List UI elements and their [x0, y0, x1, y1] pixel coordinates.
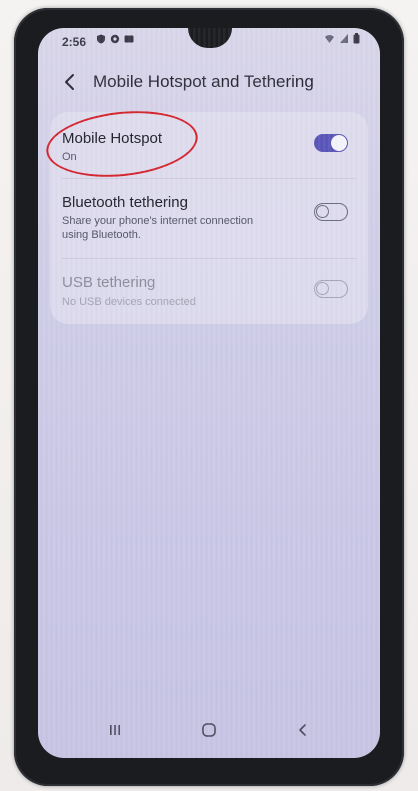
image-icon — [124, 35, 134, 43]
toggle-knob — [316, 205, 329, 218]
home-icon — [202, 723, 216, 737]
wifi-icon — [325, 35, 334, 43]
chevron-left-icon — [65, 74, 74, 90]
toggle-knob — [331, 135, 347, 151]
status-icons-left — [96, 34, 134, 44]
recents-button[interactable] — [100, 718, 130, 742]
shield-icon — [97, 34, 105, 44]
status-time: 2:56 — [62, 35, 87, 49]
status-bar: 2:56 — [38, 28, 380, 54]
usb-tethering-row: USB tethering No USB devices connected — [50, 258, 368, 324]
usb-tethering-title: USB tethering — [62, 274, 156, 291]
navigation-bar — [38, 712, 380, 748]
battery-icon — [353, 33, 360, 44]
back-nav-button[interactable] — [288, 718, 318, 742]
phone-screen: 2:56 Mobile Hotspot and Tethering Mobile… — [38, 28, 380, 758]
status-icons-right — [324, 33, 360, 44]
usb-tethering-status: No USB devices connected — [62, 296, 196, 308]
bluetooth-tethering-toggle[interactable] — [314, 203, 348, 221]
app-header: Mobile Hotspot and Tethering — [38, 62, 380, 102]
bluetooth-tethering-title: Bluetooth tethering — [62, 194, 188, 211]
page-title: Mobile Hotspot and Tethering — [93, 72, 314, 91]
recents-icon — [110, 725, 120, 735]
back-button[interactable] — [58, 70, 82, 94]
toggle-knob — [316, 282, 329, 295]
signal-icon — [340, 34, 348, 43]
bluetooth-tethering-row[interactable]: Bluetooth tethering Share your phone's i… — [50, 178, 368, 258]
home-button[interactable] — [194, 718, 224, 742]
mobile-hotspot-toggle[interactable] — [314, 134, 348, 152]
usb-tethering-toggle — [314, 280, 348, 298]
bluetooth-tethering-description: Share your phone's internet connection u… — [62, 215, 254, 241]
record-icon — [110, 34, 120, 44]
back-icon — [299, 724, 306, 736]
